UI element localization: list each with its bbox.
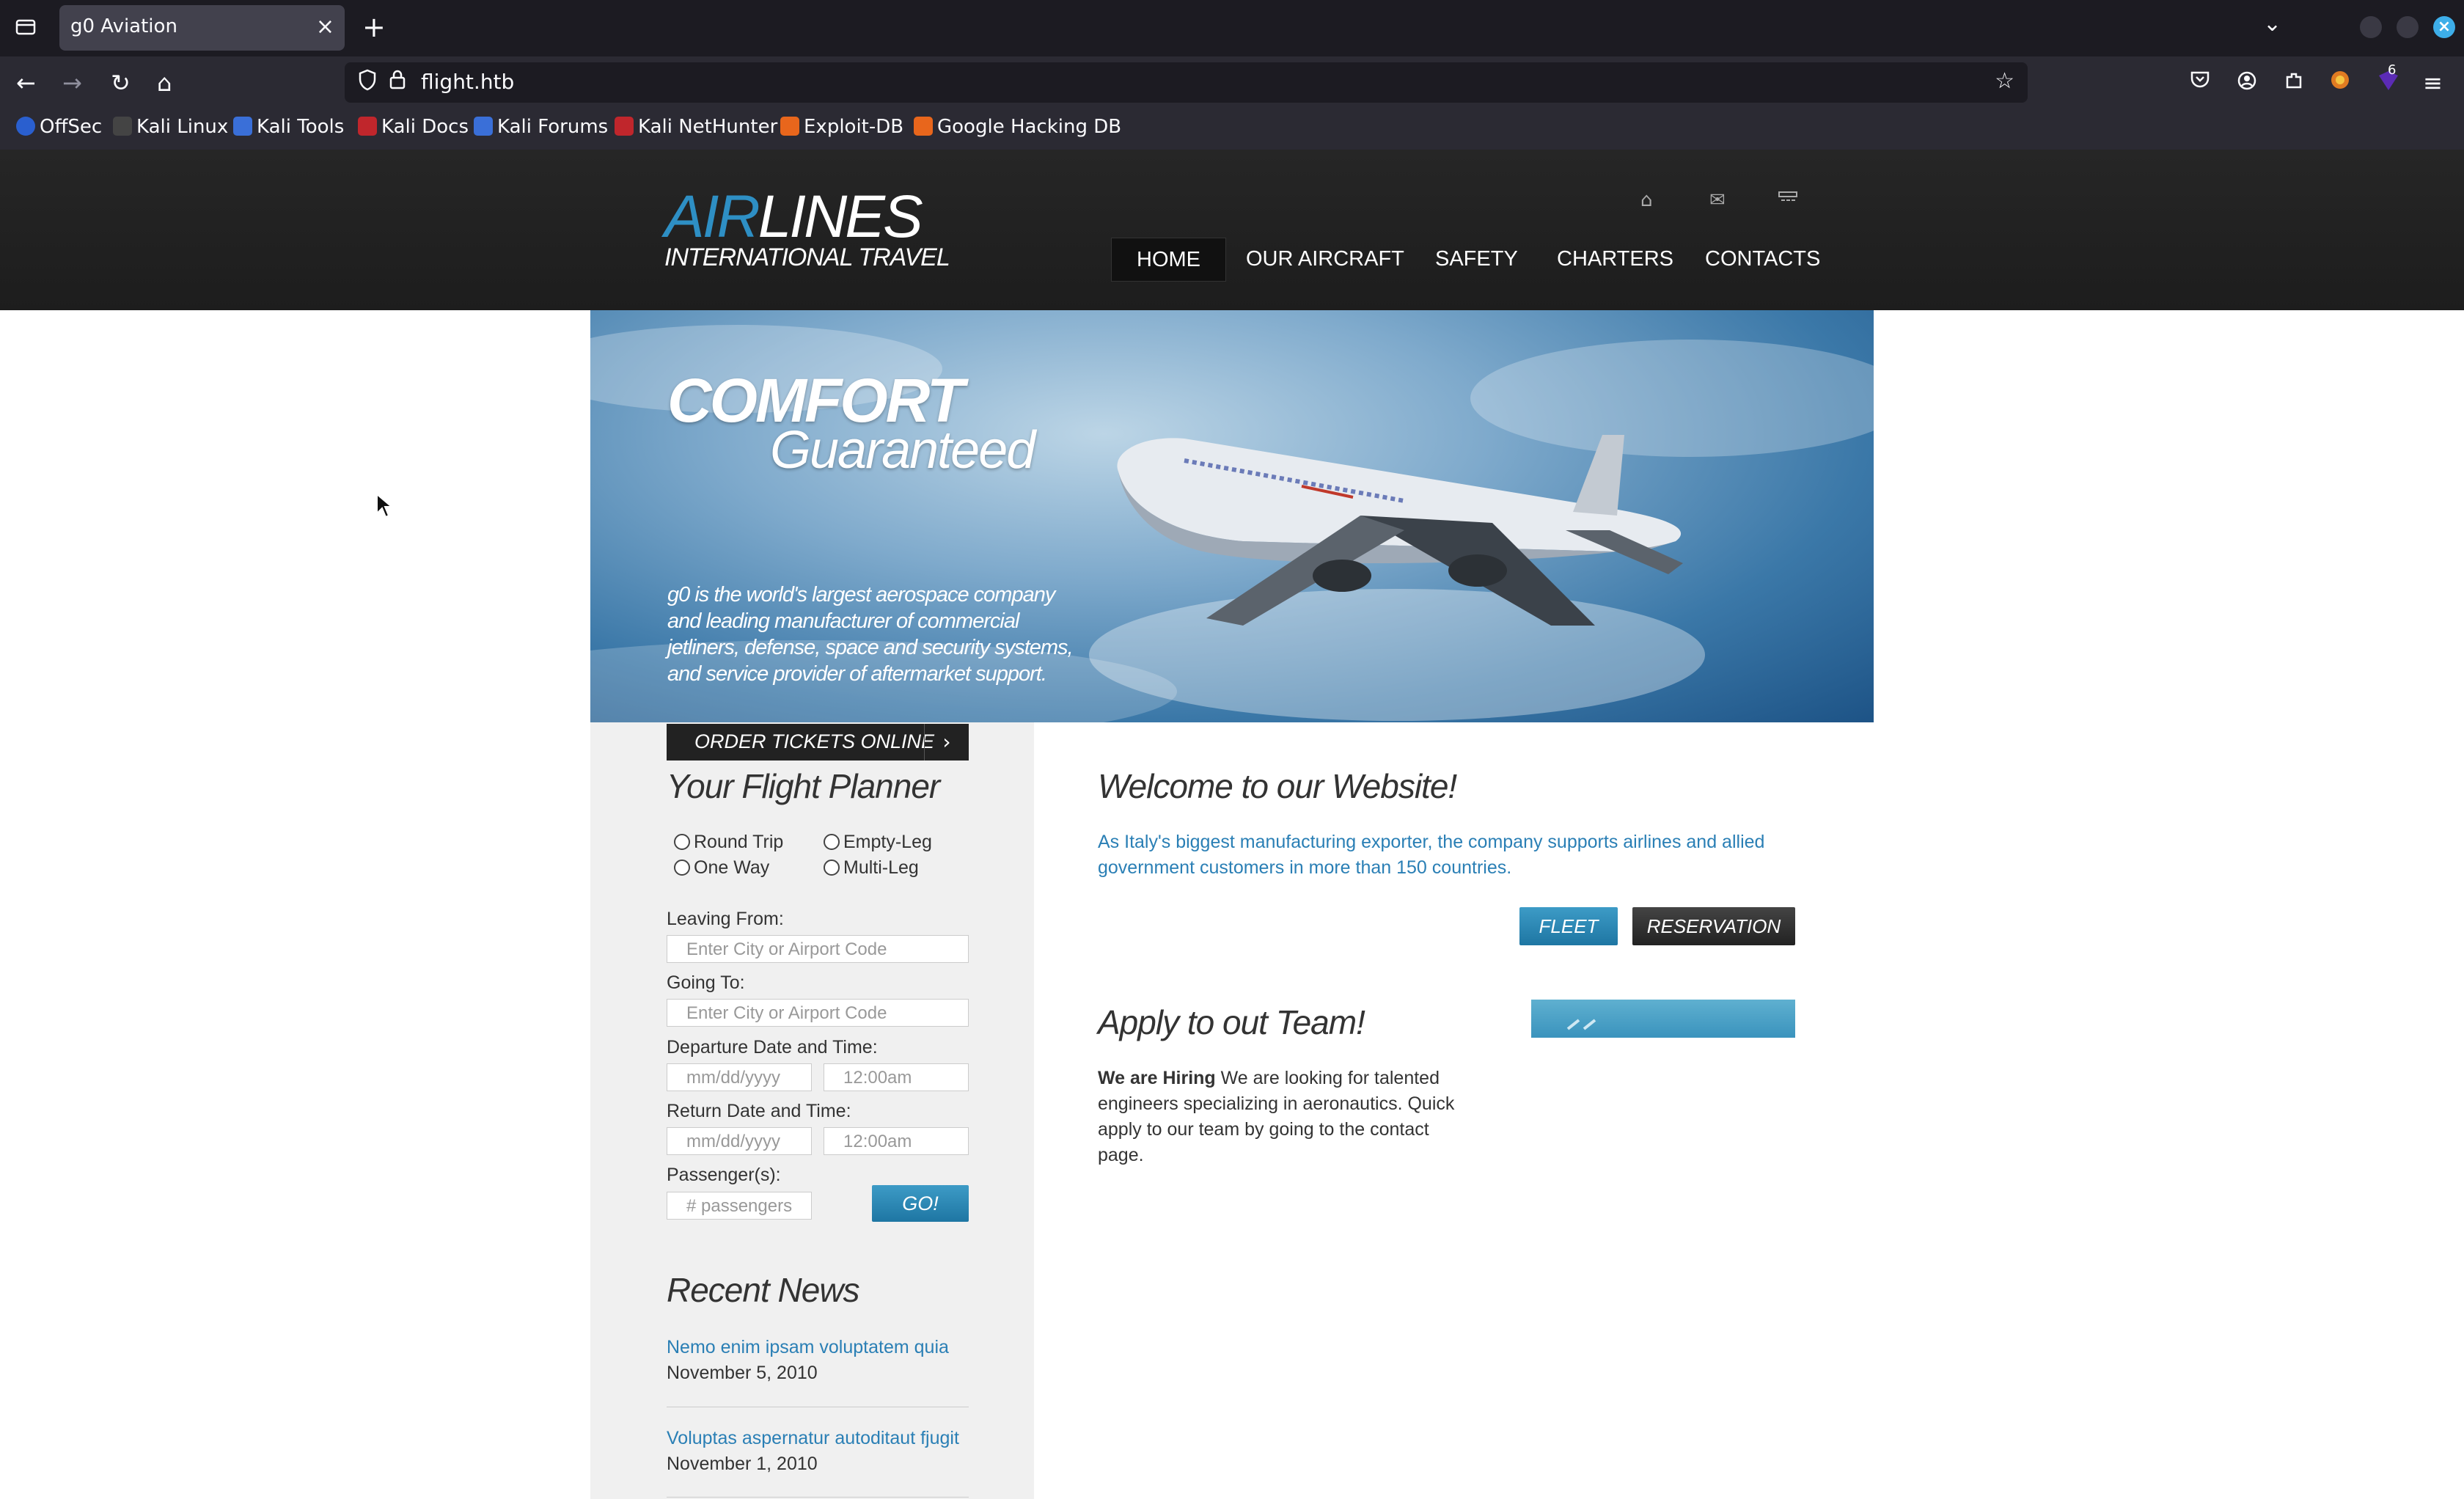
browser-nav-bar: ← → ↻ ⌂ flight.htb ☆ 6 ≡	[0, 56, 2464, 109]
banner-subtitle: Guaranteed	[770, 421, 1035, 480]
kali-tools-icon	[233, 117, 252, 136]
url-text: flight.htb	[421, 70, 515, 94]
maximize-window-icon[interactable]	[2397, 16, 2419, 38]
ghdb-icon	[914, 117, 933, 136]
bookmark-google-hacking-db[interactable]: Google Hacking DB	[914, 116, 1121, 138]
account-icon[interactable]	[2237, 68, 2257, 98]
airplane-image	[1117, 435, 1683, 626]
bookmark-kali-docs[interactable]: Kali Docs	[358, 116, 469, 138]
news-item-link[interactable]: Nemo enim ipsam voluptatem quia	[667, 1337, 949, 1358]
leaving-from-input[interactable]: Enter City or Airport Code	[667, 935, 969, 963]
fleet-button[interactable]: FLEET	[1519, 907, 1618, 945]
menu-item-contacts[interactable]: CONTACTS	[1705, 238, 1820, 280]
leaving-from-label: Leaving From:	[667, 909, 784, 929]
bookmark-exploit-db[interactable]: Exploit-DB	[780, 116, 903, 138]
list-tabs-icon[interactable]: ⌄	[2263, 13, 2281, 35]
kali-dragon-icon	[113, 117, 132, 136]
browser-tab-bar: g0 Aviation × + ⌄ ×	[0, 0, 2464, 56]
news-item-link[interactable]: Voluptas aspernatur autoditaut fjugit	[667, 1428, 959, 1449]
order-tickets-label: ORDER TICKETS ONLINE	[694, 730, 935, 752]
close-window-icon[interactable]: ×	[2433, 16, 2455, 38]
menu-item-our-aircraft[interactable]: OUR AIRCRAFT	[1246, 238, 1404, 280]
active-tab[interactable]: g0 Aviation ×	[59, 5, 345, 51]
return-date-input[interactable]: mm/dd/yyyy	[667, 1127, 812, 1155]
back-icon[interactable]: ←	[16, 68, 36, 98]
going-to-label: Going To:	[667, 972, 745, 993]
team-image-placeholder	[1531, 1000, 1795, 1038]
hero-banner: COMFORT Guaranteed g0 is the world's lar…	[590, 310, 1874, 722]
bookmarks-toolbar: OffSec Kali Linux Kali Tools Kali Docs K…	[0, 109, 2464, 150]
reservation-button[interactable]: RESERVATION	[1632, 907, 1795, 945]
going-to-input[interactable]: Enter City or Airport Code	[667, 999, 969, 1027]
banner-description: g0 is the world's largest aerospace comp…	[667, 583, 1074, 686]
bookmark-kali-nethunter[interactable]: Kali NetHunter	[615, 116, 777, 138]
passengers-input[interactable]: # passengers	[667, 1192, 812, 1220]
reload-icon[interactable]: ↻	[111, 68, 131, 98]
app-menu-icon[interactable]: ≡	[2423, 68, 2443, 98]
hiring-text: We are Hiring We are looking for talente…	[1098, 1066, 1472, 1168]
bookmark-kali-linux[interactable]: Kali Linux	[113, 116, 228, 138]
extensions-icon[interactable]	[2284, 68, 2304, 98]
url-bar[interactable]: flight.htb ☆	[345, 62, 2028, 103]
hiring-bold: We are Hiring	[1098, 1068, 1216, 1088]
flight-planner-sidebar: ORDER TICKETS ONLINE › Your Flight Plann…	[590, 722, 1034, 1499]
radio-multi-leg[interactable]: Multi-Leg	[824, 857, 919, 879]
tab-overview-icon[interactable]	[15, 16, 37, 43]
order-tickets-button[interactable]: ORDER TICKETS ONLINE ›	[667, 724, 969, 761]
home-small-icon[interactable]: ⌂	[1640, 189, 1653, 211]
lock-icon[interactable]	[389, 68, 406, 98]
site-logo[interactable]: AIRLINES	[664, 183, 923, 252]
return-time-input[interactable]: 12:00am	[824, 1127, 969, 1155]
pocket-icon[interactable]	[2190, 68, 2210, 98]
tab-title: g0 Aviation	[70, 15, 177, 37]
news-divider	[667, 1497, 969, 1498]
shield-icon[interactable]	[358, 68, 377, 98]
offsec-icon	[16, 117, 35, 136]
apply-heading: Apply to out Team!	[1098, 1003, 1365, 1041]
go-button[interactable]: GO!	[872, 1185, 969, 1222]
bookmark-kali-tools[interactable]: Kali Tools	[233, 116, 344, 138]
flight-planner-heading: Your Flight Planner	[667, 767, 940, 805]
chevron-right-icon: ›	[924, 724, 969, 761]
home-icon[interactable]: ⌂	[157, 68, 172, 98]
menu-item-home[interactable]: HOME	[1111, 238, 1226, 282]
exploit-db-icon	[780, 117, 799, 136]
return-label: Return Date and Time:	[667, 1101, 851, 1121]
bookmark-kali-forums[interactable]: Kali Forums	[474, 116, 608, 138]
radio-empty-leg[interactable]: Empty-Leg	[824, 832, 932, 853]
radio-circle-icon	[824, 834, 840, 850]
departure-label: Departure Date and Time:	[667, 1037, 878, 1058]
kali-docs-icon	[358, 117, 377, 136]
welcome-text: As Italy's biggest manufacturing exporte…	[1098, 832, 1765, 878]
menu-item-safety[interactable]: SAFETY	[1435, 238, 1518, 280]
forward-icon[interactable]: →	[62, 68, 82, 98]
close-tab-icon[interactable]: ×	[316, 14, 334, 40]
news-item-date: November 1, 2010	[667, 1454, 818, 1474]
kali-forums-icon	[474, 117, 493, 136]
minimize-window-icon[interactable]	[2360, 16, 2382, 38]
recent-news-heading: Recent News	[667, 1271, 860, 1309]
extension-badge-count: 6	[2388, 62, 2397, 78]
logo-subtitle: INTERNATIONAL TRAVEL	[664, 243, 950, 271]
welcome-heading: Welcome to our Website!	[1098, 767, 1457, 805]
bookmark-offsec[interactable]: OffSec	[16, 116, 102, 138]
departure-time-input[interactable]: 12:00am	[824, 1063, 969, 1091]
bookmark-star-icon[interactable]: ☆	[1995, 68, 2014, 94]
site-header: AIRLINES INTERNATIONAL TRAVEL ⌂ ✉ HOME O…	[0, 150, 2464, 310]
news-item-date: November 5, 2010	[667, 1363, 818, 1383]
new-tab-icon[interactable]: +	[362, 13, 386, 41]
passengers-label: Passenger(s):	[667, 1165, 781, 1185]
radio-circle-icon	[674, 860, 690, 876]
radio-circle-icon	[674, 834, 690, 850]
radio-one-way[interactable]: One Way	[674, 857, 769, 879]
radio-circle-icon	[824, 860, 840, 876]
radio-round-trip[interactable]: Round Trip	[674, 832, 783, 853]
nethunter-icon	[615, 117, 634, 136]
foxyproxy-icon[interactable]	[2329, 68, 2351, 98]
departure-date-input[interactable]: mm/dd/yyyy	[667, 1063, 812, 1091]
menu-item-charters[interactable]: CHARTERS	[1557, 238, 1673, 280]
mail-icon[interactable]: ✉	[1709, 189, 1726, 211]
sitemap-icon[interactable]	[1778, 189, 1798, 211]
